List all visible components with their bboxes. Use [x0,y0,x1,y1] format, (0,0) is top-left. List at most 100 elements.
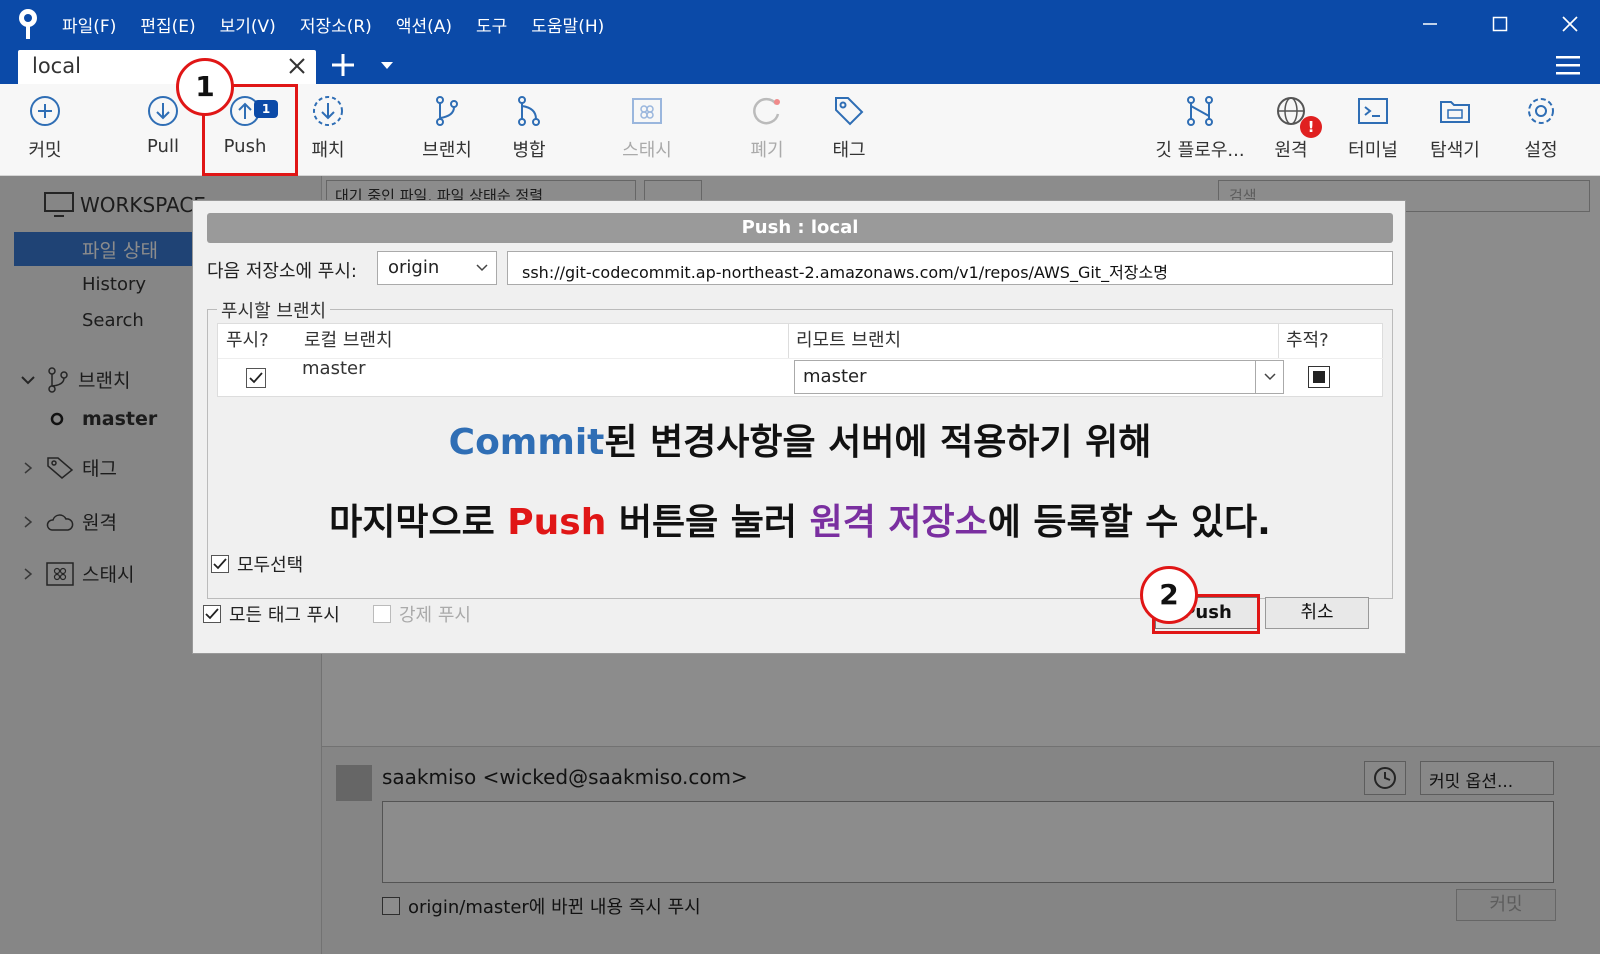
branch-toolbar-button[interactable]: 브랜치 [402,94,492,170]
settings-toolbar-button[interactable]: 설정 [1496,94,1586,170]
annotation-keyword-commit: Commit [448,422,605,463]
terminal-toolbar-label: 터미널 [1348,140,1398,161]
chevron-down-icon [476,264,488,272]
remote-branch-select[interactable]: master [794,360,1284,394]
menu-view[interactable]: 보기(V) [220,12,276,37]
check-icon [213,558,227,570]
repo-url-field[interactable]: ssh://git-codecommit.ap-northeast-2.amaz… [507,251,1393,285]
gitflow-toolbar-button[interactable]: 깃 플로우... [1150,94,1250,170]
column-divider [1278,324,1279,358]
track-checkbox[interactable] [1308,366,1330,388]
explorer-toolbar-label: 탐색기 [1430,140,1480,161]
new-tab-icon[interactable] [330,52,356,78]
annotation-keyword-remote: 원격 저장소 [809,502,988,543]
cancel-button[interactable]: 취소 [1265,597,1369,629]
remote-branch-dropdown[interactable] [1255,361,1283,393]
tag-toolbar-label: 태그 [832,140,866,161]
annotation-line-2: 마지막으로 Push 버튼을 눌러 원격 저장소에 등록할 수 있다. [217,493,1383,545]
commit-toolbar-button[interactable]: 커밋 [0,94,90,170]
push-all-tags-option[interactable]: 모든 태그 푸시 [203,601,340,627]
menu-actions[interactable]: 액션(A) [396,12,452,37]
column-header-local-branch: 로컬 브랜치 [304,330,393,351]
maximize-button[interactable] [1486,10,1514,38]
tab-label: local [32,54,81,78]
remote-toolbar-button[interactable]: ! 원격 [1246,94,1336,170]
hamburger-menu-icon[interactable] [1556,54,1580,76]
menu-help[interactable]: 도움말(H) [531,12,604,37]
column-divider [788,324,789,358]
check-icon [249,372,263,384]
column-header-push: 푸시? [226,330,269,351]
tag-toolbar-button[interactable]: 태그 [804,94,894,170]
local-branch-cell: master [302,358,366,379]
step-2-marker: 2 [1140,566,1198,624]
chevron-down-icon [1263,373,1276,381]
dialog-title: Push : local [207,213,1393,243]
stash-icon [632,98,662,124]
gear-icon [1528,98,1554,124]
close-window-button[interactable] [1556,10,1584,38]
remote-repo-select[interactable]: origin [377,251,497,285]
menu-tools[interactable]: 도구 [476,12,507,37]
select-all-option[interactable]: 모두선택 [211,551,303,577]
merge-toolbar-label: 병합 [512,140,546,161]
discard-toolbar-button[interactable]: 폐기 [722,94,812,170]
check-icon [205,608,219,620]
push-dialog: Push : local 다음 저장소에 푸시: origin ssh://gi… [192,200,1406,654]
fetch-icon [313,96,343,126]
pull-toolbar-label: Pull [147,136,179,157]
folder-icon [1440,101,1470,123]
annotation-text: 에 등록할 수 있다. [987,502,1271,543]
tab-dropdown-icon[interactable] [380,60,394,70]
menu-edit[interactable]: 편집(E) [140,12,195,37]
remote-toolbar-label: 원격 [1274,140,1308,161]
track-indeterminate-mark [1313,371,1325,383]
tab-local[interactable]: local [18,50,316,84]
force-push-checkbox[interactable] [373,605,391,623]
merge-icon [518,96,540,126]
explorer-toolbar-button[interactable]: 탐색기 [1410,94,1500,170]
sourcetree-logo-icon [19,9,37,39]
stash-toolbar-label: 스태시 [622,140,672,161]
minimize-icon [1423,23,1437,25]
gitflow-toolbar-label: 깃 플로우... [1155,140,1245,161]
branch-table: 푸시? 로컬 브랜치 리모트 브랜치 추적? master master [217,323,1384,397]
menu-repository[interactable]: 저장소(R) [300,12,372,37]
select-all-checkbox[interactable] [211,555,229,573]
branch-icon [436,96,458,126]
step-1-marker: 1 [176,58,234,116]
title-bar: 파일(F) 편집(E) 보기(V) 저장소(R) 액션(A) 도구 도움말(H) [0,0,1600,48]
column-header-remote-branch: 리모트 브랜치 [796,330,902,351]
tab-close-icon[interactable] [288,57,306,75]
menu-bar: 파일(F) 편집(E) 보기(V) 저장소(R) 액션(A) 도구 도움말(H) [62,12,628,37]
push-all-tags-label: 모든 태그 푸시 [229,605,340,626]
pull-arrow-down-icon [148,96,178,126]
menu-file[interactable]: 파일(F) [62,12,116,37]
annotation-keyword-push: Push [507,502,607,543]
minimize-button[interactable] [1416,10,1444,38]
settings-toolbar-label: 설정 [1524,140,1558,161]
select-all-label: 모두선택 [237,555,304,576]
annotation-text: 마지막으로 [329,502,508,543]
remote-repo-value: origin [388,257,440,278]
terminal-toolbar-button[interactable]: 터미널 [1328,94,1418,170]
discard-icon [753,97,780,125]
remote-branch-value: master [803,366,867,387]
branches-group-label: 푸시할 브랜치 [217,297,331,323]
annotation-text: 버튼을 눌러 [606,502,810,543]
annotation-line-1: Commit된 변경사항을 서버에 적용하기 위해 [217,413,1383,465]
push-all-tags-checkbox[interactable] [203,605,221,623]
push-branch-checkbox[interactable] [246,368,266,388]
stash-toolbar-button[interactable]: 스태시 [602,94,692,170]
tag-icon [835,97,864,126]
tab-strip: local [0,48,1600,84]
repo-label: 다음 저장소에 푸시: [207,261,357,282]
branch-toolbar-label: 브랜치 [422,140,472,161]
force-push-label: 강제 푸시 [399,605,471,626]
maximize-icon [1492,16,1508,32]
discard-toolbar-label: 폐기 [750,140,784,161]
force-push-option[interactable]: 강제 푸시 [373,601,471,627]
merge-toolbar-button[interactable]: 병합 [484,94,574,170]
terminal-icon [1358,98,1388,124]
close-icon [1562,16,1578,32]
